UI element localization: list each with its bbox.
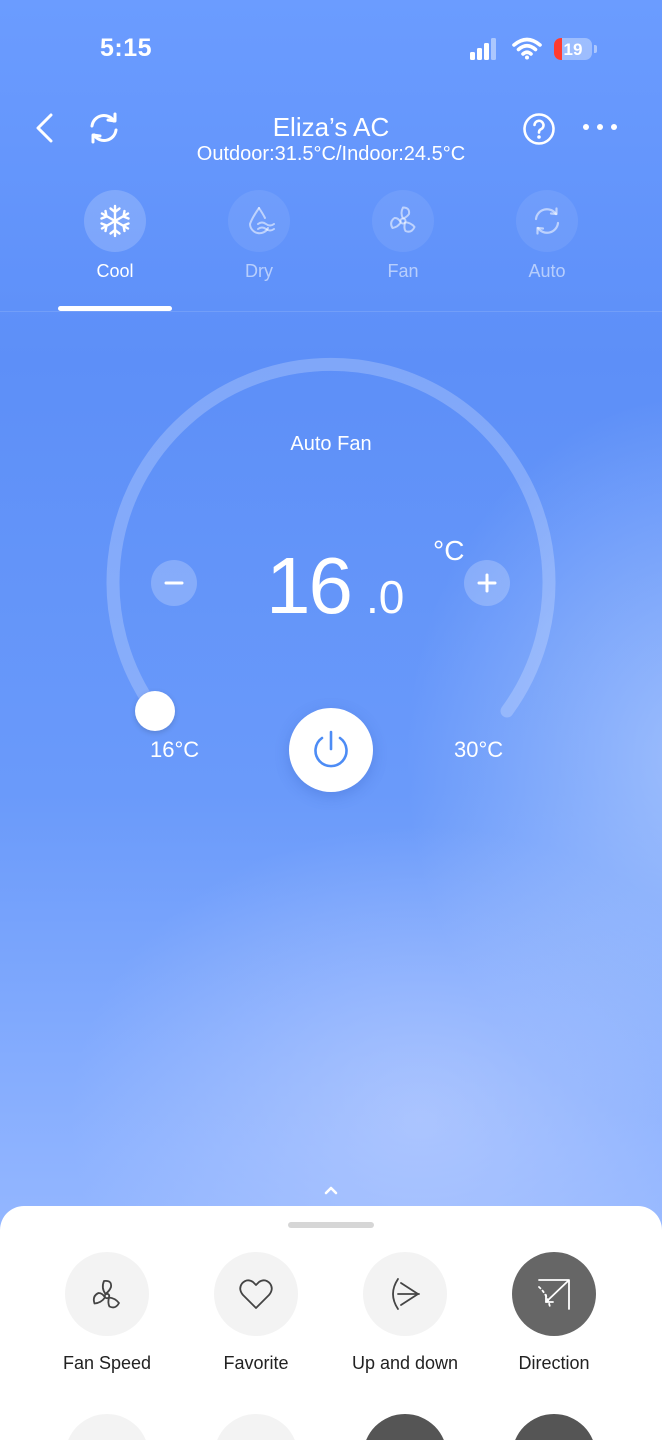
ac-control-screen: 5:15 19 Eliza’s AC Outdoor:31.5°C/Indoor… bbox=[0, 0, 662, 1440]
direction-icon bbox=[512, 1252, 596, 1336]
fan-speed-icon bbox=[65, 1252, 149, 1336]
function-label: Direction bbox=[518, 1353, 590, 1373]
dial-handle[interactable] bbox=[135, 691, 175, 731]
drag-handle[interactable] bbox=[288, 1222, 374, 1228]
fan-speed-button[interactable]: Fan Speed bbox=[32, 1252, 182, 1382]
plus-icon bbox=[477, 573, 497, 593]
favorite-button[interactable]: Favorite bbox=[181, 1252, 331, 1382]
function-label: Up and down bbox=[351, 1353, 459, 1373]
fan-mode-label: Auto Fan bbox=[290, 433, 372, 455]
power-icon bbox=[314, 730, 348, 768]
function-label: Fan Speed bbox=[62, 1353, 152, 1373]
target-temperature-decimal: .0 bbox=[366, 571, 405, 623]
partial-function-button[interactable] bbox=[363, 1414, 447, 1440]
swing-vertical-icon bbox=[363, 1252, 447, 1336]
direction-button[interactable]: Direction bbox=[479, 1252, 629, 1382]
max-temperature-label: 30°C bbox=[454, 737, 504, 762]
minus-icon bbox=[164, 581, 184, 585]
up-and-down-button[interactable]: Up and down bbox=[330, 1252, 480, 1382]
chevron-up-icon[interactable] bbox=[322, 1184, 340, 1196]
partial-function-button[interactable] bbox=[512, 1414, 596, 1440]
partial-function-button[interactable] bbox=[65, 1414, 149, 1440]
increase-temperature-button[interactable] bbox=[464, 560, 510, 606]
partial-function-button[interactable] bbox=[214, 1414, 298, 1440]
temperature-unit: °C bbox=[433, 535, 465, 566]
heart-icon bbox=[214, 1252, 298, 1336]
decrease-temperature-button[interactable] bbox=[151, 560, 197, 606]
min-temperature-label: 16°C bbox=[150, 737, 200, 762]
target-temperature: 16 bbox=[266, 541, 353, 630]
power-button[interactable] bbox=[289, 708, 373, 792]
function-panel: Fan Speed Favorite Up and down Direction bbox=[0, 1206, 662, 1440]
function-label: Favorite bbox=[223, 1353, 289, 1373]
